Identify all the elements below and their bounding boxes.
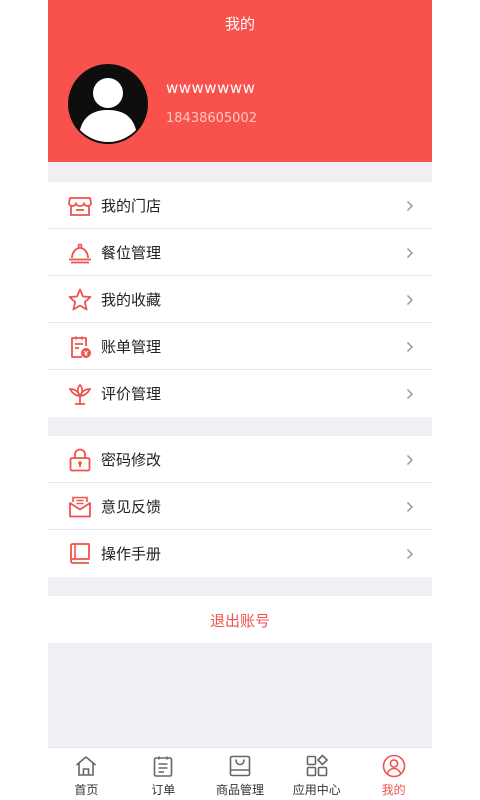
chevron-right-icon [406,388,414,400]
menu-group-settings: 密码修改 意见反馈 操作手册 [48,436,432,577]
chevron-right-icon [406,454,414,466]
menu-item-label: 我的收藏 [101,291,162,309]
star-icon [68,288,92,311]
menu-item-label: 餐位管理 [101,244,162,262]
menu-item-label: 密码修改 [101,451,162,469]
tab-app-center[interactable]: 应用中心 [278,748,355,800]
menu-item-label: 账单管理 [101,338,162,356]
order-icon [153,756,173,777]
page-title: 我的 [224,15,255,33]
lock-icon [69,448,91,472]
menu-item-label: 我的门店 [101,197,162,215]
store-icon [68,197,92,216]
tab-home[interactable]: 首页 [48,748,125,800]
chevron-right-icon [406,294,414,306]
chevron-right-icon [406,200,414,212]
apps-icon [306,754,328,777]
tab-profile[interactable]: 我的 [355,748,432,800]
menu-item-feedback[interactable]: 意见反馈 [48,483,432,530]
avatar[interactable] [68,64,148,144]
goods-icon [229,755,251,777]
chevron-right-icon [406,548,414,560]
logout-button[interactable]: 退出账号 [48,596,432,643]
menu-item-my-store[interactable]: 我的门店 [48,182,432,229]
tab-goods-management[interactable]: 商品管理 [202,748,279,800]
service-bell-icon [69,243,91,264]
tab-label: 应用中心 [292,783,341,797]
user-avatar-icon [80,78,136,142]
menu-item-label: 意见反馈 [101,498,162,516]
bottom-tab-bar: 首页 订单 商品管理 应用中心 我的 [48,747,432,800]
book-icon [70,543,90,564]
menu-item-favorites[interactable]: 我的收藏 [48,276,432,323]
flower-icon [68,383,92,405]
menu-item-label: 评价管理 [101,385,162,403]
tab-label: 商品管理 [215,783,264,797]
chevron-right-icon [406,341,414,353]
envelope-icon [69,496,91,518]
menu-item-review-management[interactable]: 评价管理 [48,370,432,417]
menu-item-bill-management[interactable]: 账单管理 [48,323,432,370]
menu-item-change-password[interactable]: 密码修改 [48,436,432,483]
menu-item-user-manual[interactable]: 操作手册 [48,530,432,577]
app-screen: 我的 wwwwwww 18438605002 我的门店 餐位管理 我的收藏 账单… [48,0,432,800]
chevron-right-icon [406,247,414,259]
tab-label: 我的 [381,783,406,797]
profile-icon [382,754,405,778]
menu-item-label: 操作手册 [101,545,162,563]
phone-number: 18438605002 [166,111,257,126]
bill-icon [71,336,91,358]
menu-group-main: 我的门店 餐位管理 我的收藏 账单管理 评价管理 [48,182,432,417]
chevron-right-icon [406,501,414,513]
tab-label: 订单 [151,783,176,797]
tab-orders[interactable]: 订单 [125,748,202,800]
menu-item-seat-management[interactable]: 餐位管理 [48,229,432,276]
profile-header: 我的 wwwwwww 18438605002 [48,0,432,162]
username: wwwwwww [166,79,256,97]
home-icon [76,756,97,776]
tab-label: 首页 [74,783,99,797]
logout-label: 退出账号 [209,612,270,630]
